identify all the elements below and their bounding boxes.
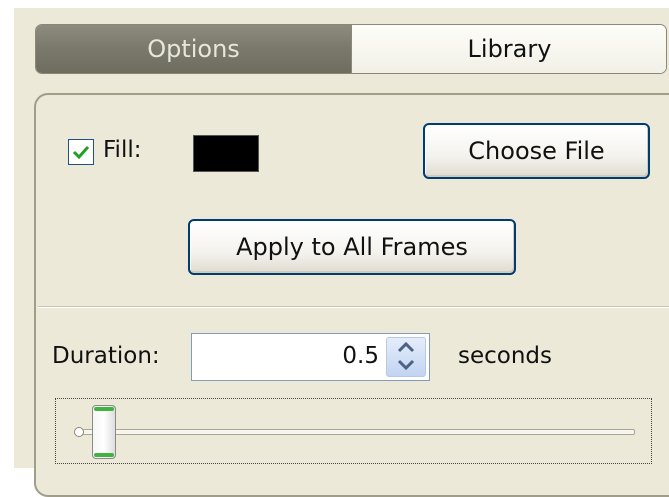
duration-slider[interactable] bbox=[55, 398, 652, 464]
apply-to-all-frames-label: Apply to All Frames bbox=[236, 233, 468, 261]
choose-file-label: Choose File bbox=[468, 137, 605, 165]
checkmark-icon bbox=[72, 145, 90, 160]
duration-value: 0.5 bbox=[342, 343, 379, 369]
tab-options-label: Options bbox=[147, 35, 240, 63]
slider-thumb[interactable] bbox=[91, 405, 116, 459]
choose-file-button[interactable]: Choose File bbox=[423, 123, 650, 179]
chevron-down-icon bbox=[397, 359, 415, 370]
duration-input[interactable]: 0.5 bbox=[191, 333, 430, 381]
tab-library[interactable]: Library bbox=[351, 25, 666, 73]
apply-to-all-frames-button[interactable]: Apply to All Frames bbox=[188, 219, 516, 275]
seconds-unit-label: seconds bbox=[458, 343, 553, 369]
spin-up-button[interactable] bbox=[387, 338, 425, 357]
chevron-up-icon bbox=[397, 342, 415, 353]
tab-library-label: Library bbox=[467, 35, 552, 63]
fill-color-swatch[interactable] bbox=[193, 135, 259, 172]
section-divider bbox=[38, 306, 669, 308]
slider-track bbox=[76, 429, 635, 435]
tab-strip: Options Library bbox=[35, 24, 667, 74]
fill-checkbox[interactable] bbox=[68, 139, 94, 165]
spin-down-button[interactable] bbox=[387, 357, 425, 376]
duration-label: Duration: bbox=[52, 343, 160, 369]
fill-label: Fill: bbox=[103, 137, 142, 163]
options-panel-window: Options Library Fill: Choose File Apply … bbox=[0, 0, 669, 497]
duration-spinner bbox=[386, 337, 426, 377]
slider-track-cap bbox=[74, 427, 84, 437]
tab-options[interactable]: Options bbox=[36, 25, 351, 73]
